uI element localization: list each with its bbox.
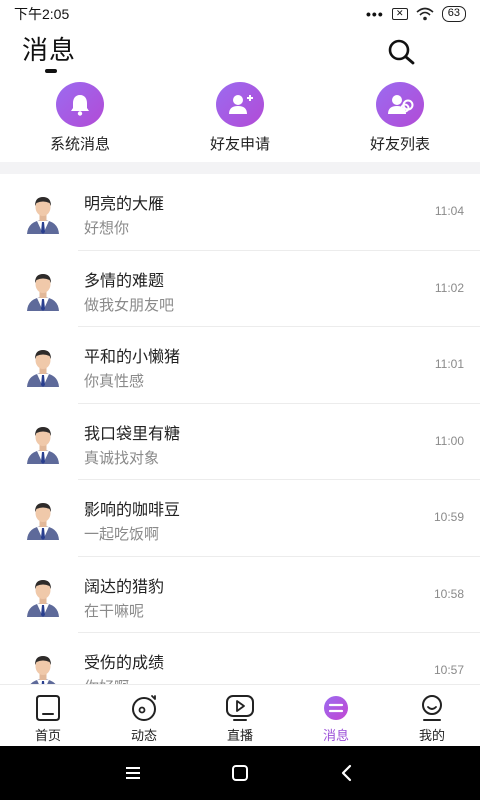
tab-profile-label: 我的 xyxy=(418,728,445,743)
system-messages-label: 系统消息 xyxy=(49,136,110,153)
page-title: 消息 xyxy=(22,35,77,65)
friends-list-label: 好友列表 xyxy=(369,136,430,153)
conversation-name: 多情的难题 xyxy=(84,272,165,290)
bell-icon xyxy=(56,82,104,127)
conversation-item[interactable]: 明亮的大雁 好想你 11:04 xyxy=(0,174,480,251)
profile-icon xyxy=(422,695,442,721)
conversation-time: 11:00 xyxy=(434,433,464,448)
add-user-icon xyxy=(216,82,264,127)
tab-messages[interactable]: 消息 xyxy=(288,685,384,746)
tab-live-label: 直播 xyxy=(226,728,253,743)
conversation-item[interactable]: 阔达的猎豹 在干嘛呢 10:58 xyxy=(0,557,480,634)
tab-messages-label: 消息 xyxy=(322,728,349,743)
conversation-time: 11:01 xyxy=(434,357,464,371)
conversation-item[interactable]: 我口袋里有糖 真诚找对象 11:00 xyxy=(0,404,480,481)
conversation-time: 10:59 xyxy=(433,510,464,524)
friends-list-button[interactable]: 好友列表 xyxy=(320,82,480,154)
wifi-icon xyxy=(416,7,434,21)
sim-off-icon: ✕ xyxy=(391,8,408,20)
conversation-list[interactable]: 明亮的大雁 好想你 11:04 多情的难题 做我女朋友吧 11:02 平和的小懒… xyxy=(0,174,480,684)
conversation-time: 10:57 xyxy=(433,663,464,677)
friend-requests-button[interactable]: 好友申请 xyxy=(160,82,320,154)
header: 消息 xyxy=(0,28,480,80)
home-square-icon[interactable] xyxy=(228,761,252,785)
conversation-preview: 你好啊 xyxy=(84,676,129,684)
avatar xyxy=(27,579,59,617)
bottom-tab-bar: 首页 动态 直播 消息 我的 xyxy=(0,684,480,746)
tab-profile[interactable]: 我的 xyxy=(384,685,480,746)
tab-live[interactable]: 直播 xyxy=(192,685,288,746)
friend-requests-label: 好友申请 xyxy=(209,136,270,153)
conversation-time: 11:04 xyxy=(434,204,464,218)
conversation-item[interactable]: 受伤的成绩 你好啊 10:57 xyxy=(0,633,480,684)
conversation-name: 明亮的大雁 xyxy=(84,196,165,213)
conversation-preview: 做我女朋友吧 xyxy=(84,296,175,314)
system-messages-button[interactable]: 系统消息 xyxy=(0,82,160,154)
avatar xyxy=(27,426,59,464)
section-divider xyxy=(0,162,480,174)
quick-actions: 系统消息 好友申请 好友列表 xyxy=(0,82,480,154)
conversation-item[interactable]: 多情的难题 做我女朋友吧 11:02 xyxy=(0,251,480,328)
system-nav-bar xyxy=(0,746,480,800)
status-indicators: ••• ✕ 63 xyxy=(366,6,466,22)
conversation-preview: 好想你 xyxy=(84,220,130,237)
battery-indicator: 63 xyxy=(441,6,466,22)
conversation-item[interactable]: 平和的小懒猪 你真性感 11:01 xyxy=(0,327,480,404)
search-icon[interactable] xyxy=(385,36,417,68)
avatar xyxy=(27,350,59,387)
moments-icon xyxy=(132,695,156,721)
menu-icon[interactable] xyxy=(121,761,145,785)
conversation-time: 11:02 xyxy=(434,280,464,295)
conversation-name: 我口袋里有糖 xyxy=(84,425,181,443)
avatar xyxy=(30,656,56,684)
avatar xyxy=(27,503,59,540)
home-icon xyxy=(36,695,60,721)
avatar xyxy=(27,273,59,311)
message-icon xyxy=(324,696,348,720)
friends-list-icon xyxy=(376,82,424,127)
tab-home-label: 首页 xyxy=(34,728,61,743)
avatar xyxy=(27,197,59,234)
conversation-time: 10:58 xyxy=(433,586,464,601)
title-indicator xyxy=(45,69,57,73)
status-bar: 下午2:05 ••• ✕ 63 xyxy=(0,0,480,28)
conversation-name: 影响的咖啡豆 xyxy=(84,502,181,519)
conversation-name: 阔达的猎豹 xyxy=(84,578,165,596)
status-time: 下午2:05 xyxy=(14,6,70,22)
conversation-item[interactable]: 影响的咖啡豆 一起吃饭啊 10:59 xyxy=(0,480,480,557)
conversation-name: 受伤的成绩 xyxy=(84,655,165,672)
tab-home[interactable]: 首页 xyxy=(0,685,96,746)
back-icon[interactable] xyxy=(335,761,359,785)
tab-moments[interactable]: 动态 xyxy=(96,685,192,746)
tab-moments-label: 动态 xyxy=(130,728,157,743)
conversation-preview: 一起吃饭啊 xyxy=(84,526,160,543)
conversation-preview: 你真性感 xyxy=(84,373,145,390)
status-dots: ••• xyxy=(366,6,384,22)
conversation-preview: 真诚找对象 xyxy=(84,449,160,467)
conversation-preview: 在干嘛呢 xyxy=(84,602,145,620)
conversation-name: 平和的小懒猪 xyxy=(84,349,181,366)
live-icon xyxy=(226,695,254,721)
